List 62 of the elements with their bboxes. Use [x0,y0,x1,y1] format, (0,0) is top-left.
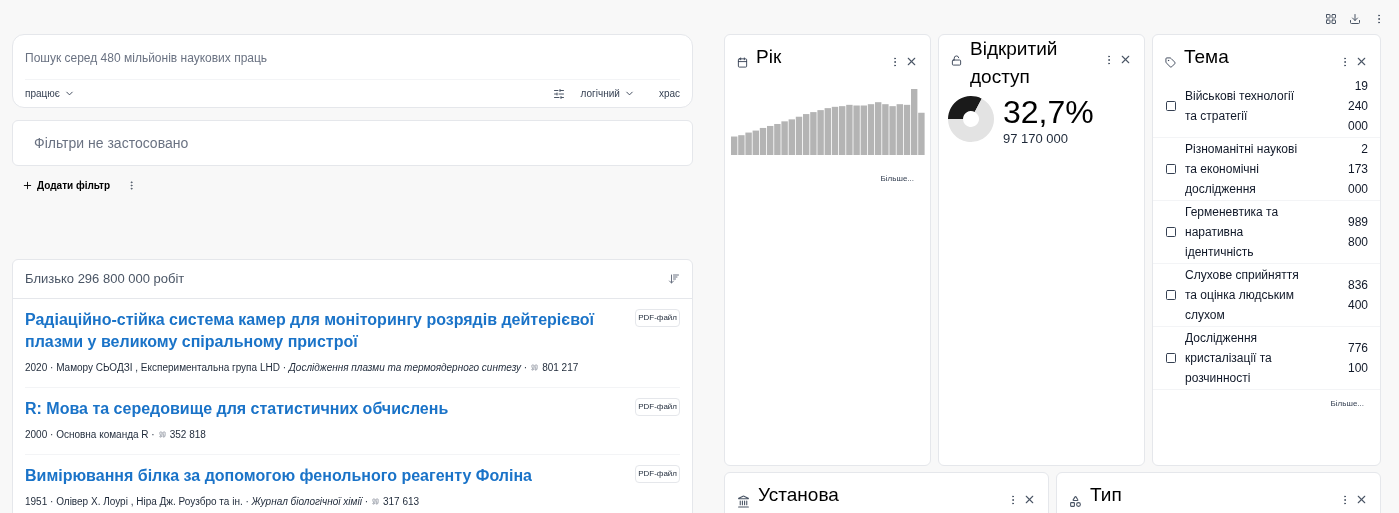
topic-count: 776 100 [1346,340,1368,377]
card-title: Відкритий доступ [970,37,1059,89]
no-filters-text: Фільтри не застосовано [34,135,189,151]
card-title: Рік [756,45,783,69]
close-icon[interactable] [905,55,918,68]
topic-count: 836 400 [1346,277,1368,314]
pdf-button[interactable]: PDF-файл [635,464,680,483]
result-meta: 2000 · Основна команда R · [25,427,155,441]
quote-icon [158,430,166,438]
result-title[interactable]: Вимірювання білка за допомогою фенольного реагенту Фоліна [25,464,620,487]
quote-icon [531,363,539,371]
result-meta: 1951 · Олівер Х. Лоурі , Ніра Дж. Роузбро та ін. · Журнал біологічної хімії · [25,494,368,508]
download-icon[interactable] [1349,13,1361,25]
count-value: 97 170 000 [1003,130,1070,148]
calendar-icon [737,57,748,68]
checkbox[interactable] [1165,163,1177,175]
close-icon[interactable] [1023,493,1036,506]
checkbox[interactable] [1165,226,1177,238]
building-icon [737,495,750,508]
close-icon[interactable] [1119,53,1132,66]
topic-count: 19 240 000 [1346,78,1368,135]
lock-icon [951,55,962,66]
result-title[interactable]: R: Мова та середовище для статистичних обчислень [25,397,620,420]
more-link[interactable]: Більше... [1330,398,1364,410]
citation-count: 801 217 [542,360,579,374]
topic-label: Різноманітні наукові та економічні дослідження [1185,141,1299,198]
plus-icon [22,180,33,191]
topic-count: 2 173 000 [1346,141,1368,198]
result-meta: 2020 · Мамору СЬОДЗІ , Експериментальна група LHD · Дослідження плазми та термоядерного синтезу · [25,360,528,374]
card-title: Установа [758,483,840,507]
pdf-button[interactable]: PDF-файл [635,397,680,416]
more-link[interactable]: Більше... [880,173,914,185]
checkbox[interactable] [1165,289,1177,301]
percent-value: 32,7% [1003,95,1094,129]
add-filter-button[interactable]: Додати фільтр [22,178,111,193]
topic-label: Військові технології та стратегії [1185,88,1296,125]
citation-count: 317 613 [382,494,420,508]
citation-count: 352 818 [169,427,206,441]
topic-label: Дослідження кристалізації та розчинності [1185,330,1273,387]
card-title: Тема [1184,45,1230,69]
topic-label: Слухове сприйняття та оцінка людським слухом [1185,267,1300,324]
settings-icon[interactable] [552,87,565,100]
search-field[interactable]: Пошук серед 480 мільйонів наукових праць [25,45,680,80]
close-icon[interactable] [1355,55,1368,68]
close-icon[interactable] [1355,493,1368,506]
topic-count: 989 800 [1346,214,1368,251]
quote-icon [371,497,379,505]
tag-icon [1165,57,1176,68]
shapes-icon [1069,495,1082,508]
checkbox[interactable] [1165,100,1177,112]
card-title: Тип [1090,483,1123,507]
extra-button[interactable]: храс [658,86,680,101]
grid-icon[interactable] [1325,13,1337,25]
search-input[interactable]: Пошук серед 480 мільйонів наукових праць [25,49,680,67]
pdf-button[interactable]: PDF-файл [635,308,680,327]
result-title[interactable]: Радіаційно-стійка система камер для моніторингу розрядів дейтерієвої плазми у великому спіральному пристрої [25,308,620,353]
topic-label: Герменевтика та наративна ідентичність [1185,204,1280,261]
checkbox[interactable] [1165,352,1177,364]
mode-dropdown[interactable]: логічний [580,86,635,101]
results-count: Близько 296 800 000 робіт [25,270,186,288]
sort-icon[interactable] [668,272,680,285]
scope-dropdown[interactable]: працює [25,86,75,101]
